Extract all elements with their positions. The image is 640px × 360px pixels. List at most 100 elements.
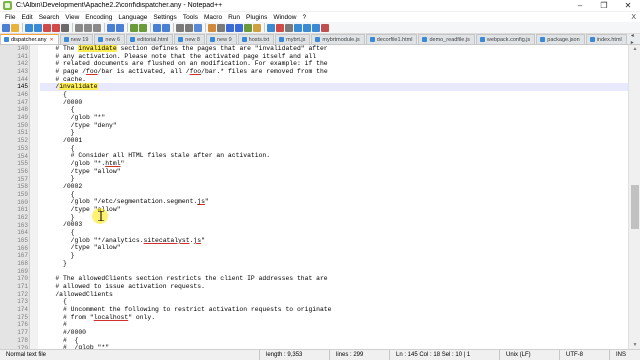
code-line[interactable]: /0002 <box>40 183 628 191</box>
code-line[interactable]: # allowed to issue activation requests. <box>40 283 628 291</box>
menu-item-11[interactable]: Window <box>270 14 299 21</box>
function-list-icon[interactable] <box>244 23 252 32</box>
tab-11[interactable]: webpack.config.js <box>475 34 536 44</box>
all-chars-icon[interactable] <box>208 23 216 32</box>
code-line[interactable]: } <box>40 129 628 137</box>
close-document-icon[interactable]: X <box>631 14 636 21</box>
code-line[interactable]: # The invalidate section defines the pag… <box>40 45 628 53</box>
tab-4[interactable]: new 8 <box>174 34 205 44</box>
print-icon[interactable] <box>61 23 69 32</box>
find-icon[interactable] <box>130 23 138 32</box>
paste-icon[interactable] <box>93 23 101 32</box>
menu-item-5[interactable]: Language <box>115 14 150 21</box>
menu-item-12[interactable]: ? <box>299 14 309 21</box>
code-line[interactable]: /glob "*" <box>40 114 628 122</box>
tab-2[interactable]: new 6 <box>94 34 126 44</box>
tab-9[interactable]: decorfile1.html <box>365 34 418 44</box>
zoom-out-icon[interactable] <box>162 23 170 32</box>
tab-0[interactable]: dispatcher.any ✕ <box>0 34 59 44</box>
tab-scroll-icon[interactable]: ◂ ▸ <box>628 34 640 44</box>
code-line[interactable]: /invalidate <box>40 83 628 92</box>
open-file-icon[interactable] <box>11 23 19 32</box>
menu-item-0[interactable]: File <box>2 14 18 21</box>
code-line[interactable]: # related documents are flushed on an mo… <box>40 60 628 68</box>
editor[interactable]: 140 141 142 143 144 145 146 147 148 149 150 151 152 1… <box>0 45 640 360</box>
vertical-scrollbar[interactable]: ▲ ▼ <box>628 45 640 349</box>
save-icon[interactable] <box>25 23 33 32</box>
menu-item-10[interactable]: Plugins <box>243 14 270 21</box>
doc-map-icon[interactable] <box>235 23 243 32</box>
code-line[interactable]: /glob "*.html" <box>40 160 628 168</box>
menu-item-1[interactable]: Edit <box>18 14 35 21</box>
run-macro-icon[interactable] <box>303 23 311 32</box>
code-line[interactable]: /glob "*/analytics.sitecatalyst.js" <box>40 237 628 245</box>
monitor-icon[interactable] <box>267 23 275 32</box>
minimize-button[interactable]: – <box>568 0 592 12</box>
close-window-button[interactable]: ✕ <box>616 0 640 12</box>
sync-h-icon[interactable] <box>185 23 193 32</box>
menu-item-6[interactable]: Settings <box>150 14 180 21</box>
code-line[interactable]: # The allowedClients section restricts t… <box>40 275 628 283</box>
code-line[interactable]: /glob "/etc/segmentation.segment.js" <box>40 198 628 206</box>
scroll-up-icon[interactable]: ▲ <box>629 45 640 53</box>
code-line[interactable]: } <box>40 260 628 268</box>
code-line[interactable]: # Uncomment the following to restrict ac… <box>40 306 628 314</box>
fold-margin[interactable] <box>30 45 38 349</box>
code-line[interactable]: { <box>40 298 628 306</box>
code-line[interactable]: /0001 <box>40 137 628 145</box>
udl-icon[interactable] <box>226 23 234 32</box>
zoom-in-icon[interactable] <box>153 23 161 32</box>
code-line[interactable]: /type "allow" <box>40 168 628 176</box>
code-line[interactable]: # page /foo/bar is activated, all /foo/b… <box>40 68 628 76</box>
tab-3[interactable]: editorial.html <box>126 34 174 44</box>
code-line[interactable]: /type "allow" <box>40 244 628 252</box>
code-line[interactable]: # from "localhost" only. <box>40 314 628 322</box>
code-line[interactable]: } <box>40 214 628 222</box>
wrap-icon[interactable] <box>194 23 202 32</box>
maximize-button[interactable]: ❐ <box>592 0 616 12</box>
tab-6[interactable]: hosts.txt <box>237 34 275 44</box>
code-line[interactable]: { <box>40 145 628 153</box>
save-all-icon[interactable] <box>34 23 42 32</box>
replace-icon[interactable] <box>139 23 147 32</box>
menu-item-4[interactable]: Encoding <box>82 14 115 21</box>
menu-item-8[interactable]: Macro <box>201 14 225 21</box>
redo-icon[interactable] <box>116 23 124 32</box>
sync-v-icon[interactable] <box>176 23 184 32</box>
code-area[interactable]: # The invalidate section defines the pag… <box>40 45 628 349</box>
tab-10[interactable]: demo_readfile.js <box>418 34 475 44</box>
code-line[interactable]: # <box>40 321 628 329</box>
record-macro-icon[interactable] <box>276 23 284 32</box>
code-line[interactable]: } <box>40 252 628 260</box>
code-line[interactable]: # { <box>40 337 628 345</box>
indent-guide-icon[interactable] <box>217 23 225 32</box>
code-line[interactable]: /type "deny" <box>40 122 628 130</box>
code-line[interactable]: } <box>40 175 628 183</box>
scrollbar-thumb[interactable] <box>631 185 639 229</box>
undo-icon[interactable] <box>107 23 115 32</box>
scroll-down-icon[interactable]: ▼ <box>629 341 640 349</box>
code-line[interactable]: /allowedClients <box>40 291 628 299</box>
menu-item-2[interactable]: Search <box>36 14 63 21</box>
copy-icon[interactable] <box>84 23 92 32</box>
menu-item-9[interactable]: Run <box>225 14 243 21</box>
close-all-icon[interactable] <box>52 23 60 32</box>
stop-macro-icon[interactable] <box>285 23 293 32</box>
new-file-icon[interactable] <box>2 23 10 32</box>
menu-item-7[interactable]: Tools <box>180 14 201 21</box>
menu-item-3[interactable]: View <box>62 14 82 21</box>
code-line[interactable]: /0003 <box>40 221 628 229</box>
tab-13[interactable]: index.html <box>585 34 627 44</box>
code-line[interactable]: { <box>40 191 628 199</box>
folder-workspace-icon[interactable] <box>253 23 261 32</box>
save-macro-icon[interactable] <box>312 23 320 32</box>
tab-12[interactable]: package.json <box>536 34 585 44</box>
code-line[interactable]: # cache. <box>40 76 628 84</box>
code-line[interactable]: { <box>40 91 628 99</box>
code-line[interactable]: /0000 <box>40 99 628 107</box>
code-line[interactable]: # Consider all HTML files stale after an… <box>40 152 628 160</box>
code-line[interactable] <box>40 267 628 275</box>
code-line[interactable]: { <box>40 229 628 237</box>
cut-icon[interactable] <box>75 23 83 32</box>
code-line[interactable]: #/0000 <box>40 329 628 337</box>
